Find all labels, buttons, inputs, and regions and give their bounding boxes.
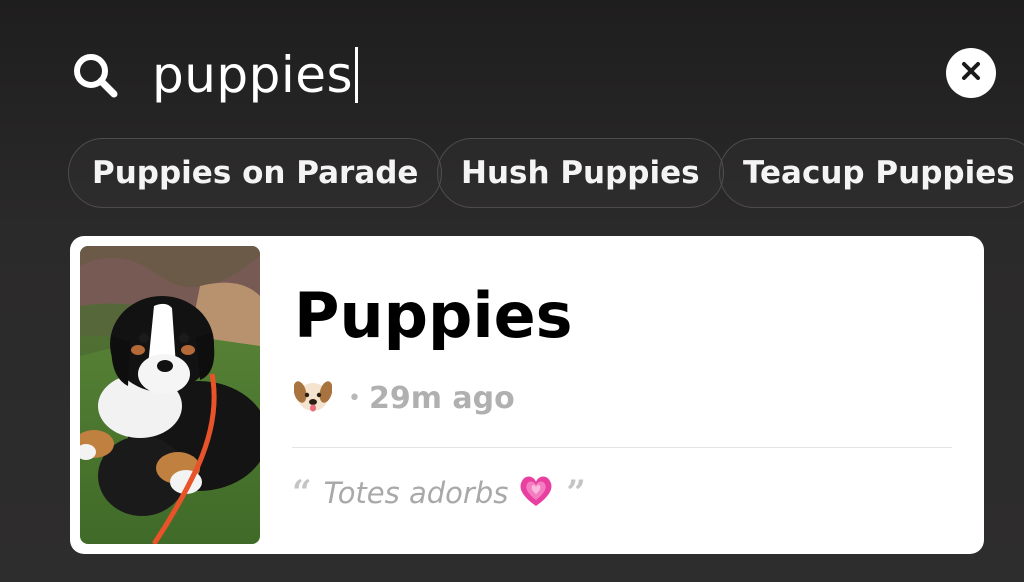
story-timestamp: 29m ago	[368, 380, 515, 416]
clear-search-button[interactable]	[946, 48, 996, 98]
caption-text: Totes adorbs	[323, 476, 509, 510]
suggestion-chip[interactable]: Teacup Puppies	[719, 138, 1024, 208]
story-thumbnail	[80, 246, 260, 544]
growing-heart-icon	[518, 474, 554, 512]
suggestion-chip[interactable]: Hush Puppies	[437, 138, 724, 208]
open-quote-mark: “	[292, 473, 312, 513]
story-title: Puppies	[294, 279, 573, 352]
chip-label: Teacup Puppies	[743, 155, 1015, 191]
story-meta: • 29m ago	[293, 376, 515, 420]
story-result-card[interactable]: Puppies • 29m ago “ Totes adorbs ”	[70, 236, 984, 554]
suggestion-chip[interactable]: Puppies on Parade	[68, 138, 443, 208]
story-caption: “ Totes adorbs ”	[292, 468, 586, 518]
chip-label: Puppies on Parade	[92, 155, 419, 191]
chip-label: Hush Puppies	[461, 155, 700, 191]
dog-face-icon	[293, 378, 333, 418]
search-input[interactable]: puppies	[152, 40, 359, 110]
search-bar: puppies	[0, 0, 1024, 130]
close-quote-mark: ”	[566, 473, 586, 513]
divider	[292, 447, 952, 448]
search-icon	[70, 50, 120, 100]
search-query-text: puppies	[152, 46, 354, 104]
text-cursor	[355, 47, 359, 103]
separator-dot: •	[348, 385, 361, 411]
close-icon	[960, 60, 982, 86]
